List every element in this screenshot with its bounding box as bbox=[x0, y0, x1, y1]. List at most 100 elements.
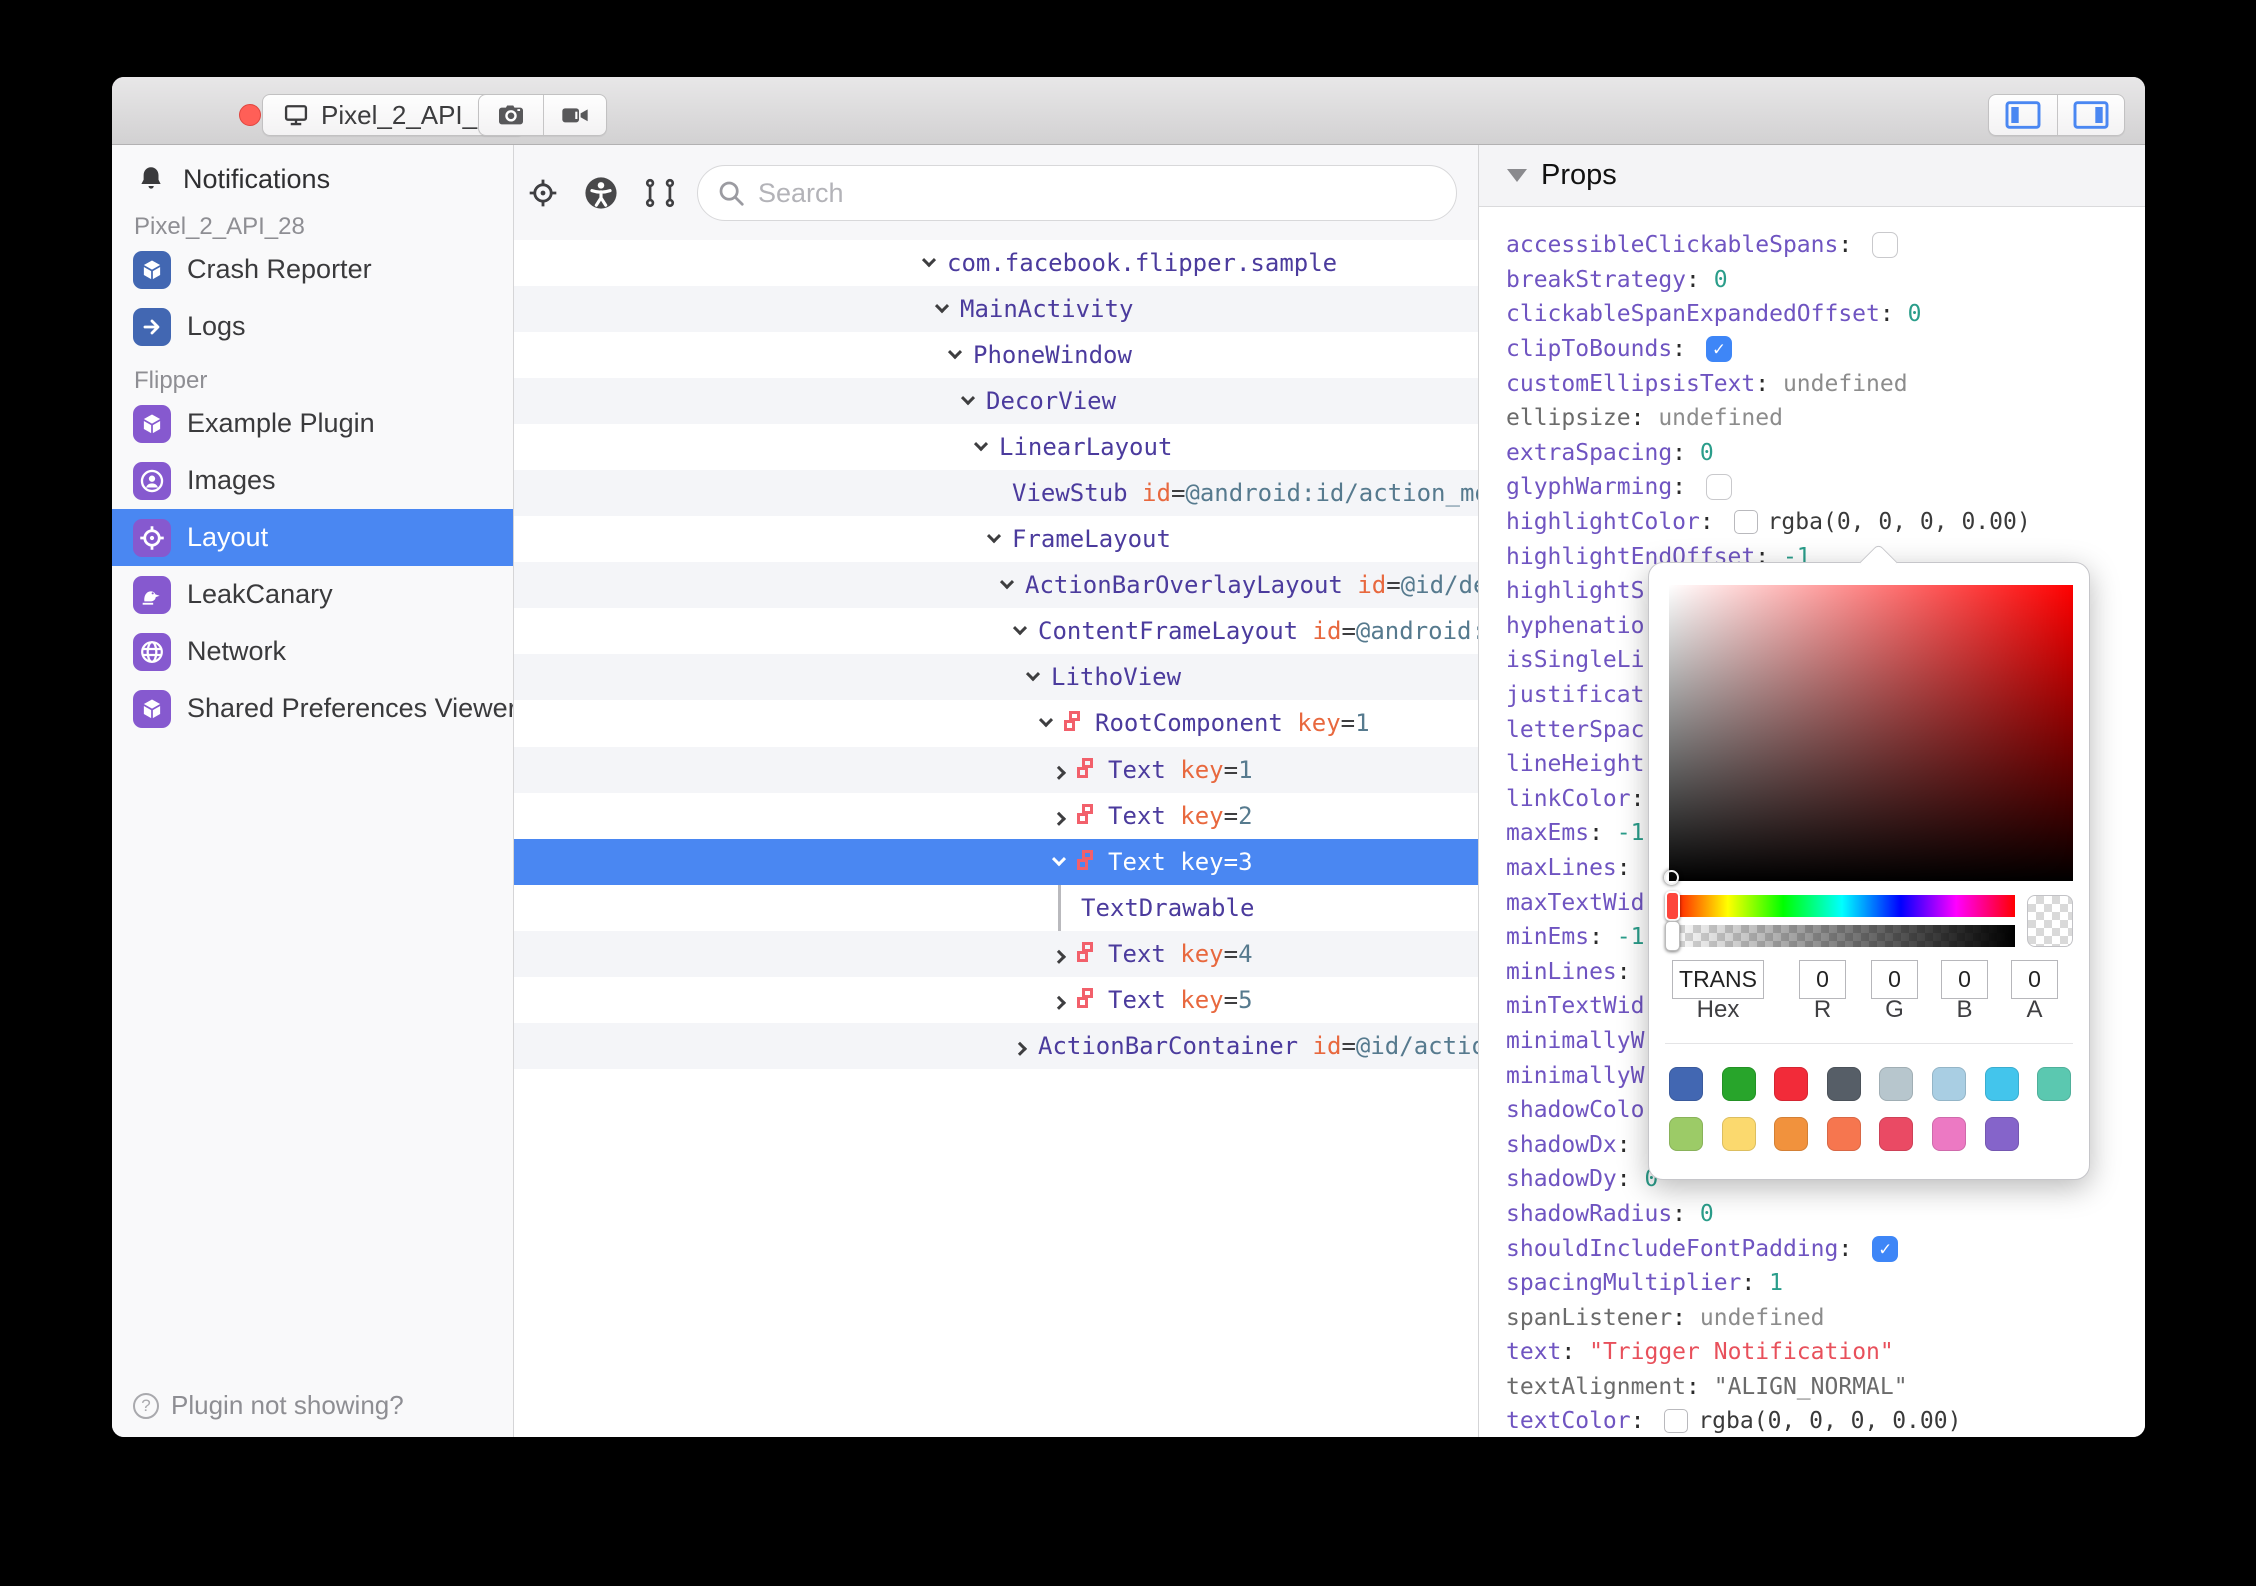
search-input[interactable] bbox=[758, 177, 1438, 209]
preset-color-swatch[interactable] bbox=[1826, 1117, 1861, 1151]
chevron-down-icon[interactable] bbox=[1025, 667, 1041, 682]
chevron-down-icon[interactable] bbox=[947, 345, 963, 360]
props-section-header[interactable]: Props bbox=[1479, 145, 2145, 207]
preset-color-swatch[interactable] bbox=[1669, 1067, 1703, 1101]
expand-selection-button[interactable] bbox=[641, 174, 679, 212]
preset-color-swatch[interactable] bbox=[2037, 1067, 2072, 1101]
preset-color-swatch[interactable] bbox=[1774, 1117, 1809, 1151]
sidebar-item-leakcanary[interactable]: LeakCanary bbox=[112, 566, 513, 623]
prop-colon: : bbox=[1672, 336, 1700, 363]
preset-color-swatch[interactable] bbox=[1984, 1067, 2019, 1101]
tree-attr-equals: = bbox=[1170, 479, 1186, 508]
tree-node-rootcomponent[interactable]: RootComponent key = 1 bbox=[514, 700, 1478, 746]
tree-node-actionbaroverlaylayout[interactable]: ActionBarOverlayLayout id=@id/decor_cont… bbox=[514, 562, 1478, 609]
preset-color-swatch[interactable] bbox=[1879, 1117, 1914, 1151]
close-button[interactable] bbox=[239, 104, 261, 126]
sidebar-section-label: Pixel_2_API_28 bbox=[134, 213, 305, 240]
picker-input-hex[interactable]: TRANS bbox=[1672, 960, 1764, 999]
tree-node-text[interactable]: Text key = 2 bbox=[514, 793, 1478, 839]
plugin-sidebar: Notifications Pixel_2_API_28 Crash Reporte… bbox=[112, 145, 514, 1437]
chevron-down-icon[interactable] bbox=[1051, 851, 1067, 866]
tree-attr-name: id bbox=[1357, 571, 1387, 600]
chevron-right-icon[interactable] bbox=[1051, 811, 1067, 826]
chevron-right-icon[interactable] bbox=[1051, 765, 1067, 780]
screenshot-button[interactable] bbox=[479, 95, 543, 135]
tree-attr-equals: = bbox=[1223, 847, 1239, 876]
prop-colon: : bbox=[1672, 1304, 1700, 1331]
prop-row-ellipsize: ellipsize: undefined bbox=[1479, 401, 2145, 436]
sidebar-item-example-plugin[interactable]: Example Plugin bbox=[112, 395, 513, 452]
chevron-down-icon[interactable] bbox=[1012, 621, 1028, 636]
tree-node-lithoview[interactable]: LithoView bbox=[514, 654, 1478, 701]
checkbox-unchecked[interactable] bbox=[1872, 232, 1899, 259]
sidebar-item-layout[interactable]: Layout bbox=[112, 509, 513, 566]
tree-node-textdrawable[interactable]: TextDrawable bbox=[514, 884, 1478, 931]
alpha-slider-handle[interactable] bbox=[1665, 921, 1680, 951]
picker-input-b[interactable]: 0 bbox=[1941, 960, 1988, 999]
tree-node-text[interactable]: Text key = 4 bbox=[514, 930, 1478, 977]
window-titlebar[interactable]: Pixel_2_API_28 bbox=[112, 77, 2145, 145]
screen-record-button[interactable] bbox=[542, 95, 607, 135]
alpha-slider[interactable] bbox=[1665, 921, 2015, 951]
tree-node-com-facebook-flipper-sample[interactable]: com.facebook.flipper.sample bbox=[514, 240, 1478, 286]
preset-color-swatch[interactable] bbox=[1826, 1067, 1861, 1101]
prop-row-clickablespanexpandedoffset: clickableSpanExpandedOffset: 0 bbox=[1479, 297, 2145, 332]
checkbox-checked[interactable]: ✓ bbox=[1705, 336, 1732, 363]
color-swatch-button[interactable] bbox=[1664, 1409, 1689, 1434]
toggle-right-panel-button[interactable] bbox=[2056, 95, 2125, 135]
chevron-down-icon[interactable] bbox=[960, 391, 976, 406]
preset-color-swatch[interactable] bbox=[1879, 1067, 1914, 1101]
sidebar-item-images[interactable]: Images bbox=[112, 452, 513, 509]
sidebar-item-notifications[interactable]: Notifications bbox=[112, 157, 513, 201]
chevron-down-icon[interactable] bbox=[999, 575, 1015, 590]
tree-node-contentframelayout[interactable]: ContentFrameLayout id=@android:id/conten… bbox=[514, 608, 1478, 654]
saturation-gradient-area[interactable] bbox=[1664, 585, 2073, 885]
toggle-left-panel-button[interactable] bbox=[1989, 95, 2057, 135]
picker-input-a[interactable]: 0 bbox=[2011, 960, 2058, 999]
checkbox-checked[interactable]: ✓ bbox=[1872, 1235, 1899, 1262]
preset-color-swatch[interactable] bbox=[1721, 1117, 1756, 1151]
chevron-right-icon[interactable] bbox=[1012, 1041, 1028, 1056]
target-button[interactable] bbox=[524, 174, 562, 212]
chevron-down-icon[interactable] bbox=[986, 529, 1002, 544]
sidebar-item-network[interactable]: Network bbox=[112, 623, 513, 680]
chevron-down-icon[interactable] bbox=[973, 437, 989, 452]
tree-node-linearlayout[interactable]: LinearLayout bbox=[514, 424, 1478, 470]
checkbox-unchecked[interactable] bbox=[1705, 474, 1732, 501]
sidebar-item-logs[interactable]: Logs bbox=[112, 298, 513, 355]
tree-node-framelayout[interactable]: FrameLayout bbox=[514, 516, 1478, 562]
tree-node-text[interactable]: Text key = 5 bbox=[514, 977, 1478, 1023]
sidebar-item-shared-preferences-viewer[interactable]: Shared Preferences Viewer bbox=[112, 680, 513, 737]
sidebar-item-crash-reporter[interactable]: Crash Reporter bbox=[112, 241, 513, 298]
accessibility-button[interactable] bbox=[582, 174, 620, 212]
tree-node-actionbarcontainer[interactable]: ActionBarContainer id=@id/action_bar_con… bbox=[514, 1022, 1478, 1069]
chevron-right-icon[interactable] bbox=[1051, 995, 1067, 1010]
chevron-down-icon[interactable] bbox=[934, 299, 950, 314]
chevron-down-icon[interactable] bbox=[921, 253, 937, 268]
saturation-cursor[interactable] bbox=[1664, 870, 1679, 885]
hue-slider-handle[interactable] bbox=[1665, 891, 1680, 921]
plugin-not-showing-link[interactable]: ? Plugin not showing? bbox=[133, 1390, 404, 1421]
preset-color-swatch[interactable] bbox=[1669, 1117, 1703, 1151]
element-tree: com.facebook.flipper.sample MainActivity P… bbox=[514, 240, 1478, 1437]
preset-color-swatch[interactable] bbox=[1932, 1067, 1966, 1101]
color-swatch-button[interactable] bbox=[1733, 510, 1758, 535]
picker-input-g[interactable]: 0 bbox=[1871, 960, 1918, 999]
preset-color-swatch[interactable] bbox=[1932, 1117, 1966, 1151]
tree-node-viewstub[interactable]: ViewStub id=@android:id/action_mode_bar_… bbox=[514, 470, 1478, 517]
preset-color-swatch[interactable] bbox=[1984, 1117, 2019, 1151]
tree-node-phonewindow[interactable]: PhoneWindow bbox=[514, 332, 1478, 378]
chevron-down-icon[interactable] bbox=[1038, 713, 1054, 728]
tree-node-decorview[interactable]: DecorView bbox=[514, 378, 1478, 425]
tree-node-text[interactable]: Text key = 3 bbox=[514, 838, 1478, 885]
chevron-right-icon[interactable] bbox=[1051, 949, 1067, 964]
tree-attr-equals: = bbox=[1223, 985, 1239, 1014]
hue-slider[interactable] bbox=[1665, 891, 2015, 921]
picker-input-r[interactable]: 0 bbox=[1799, 960, 1846, 999]
prop-colon: : bbox=[1589, 924, 1617, 951]
preset-color-swatch[interactable] bbox=[1721, 1067, 1756, 1101]
preset-color-swatch[interactable] bbox=[1774, 1067, 1809, 1101]
prop-colon: : bbox=[1755, 370, 1783, 397]
tree-node-mainactivity[interactable]: MainActivity bbox=[514, 286, 1478, 333]
tree-node-text[interactable]: Text key = 1 bbox=[514, 746, 1478, 793]
